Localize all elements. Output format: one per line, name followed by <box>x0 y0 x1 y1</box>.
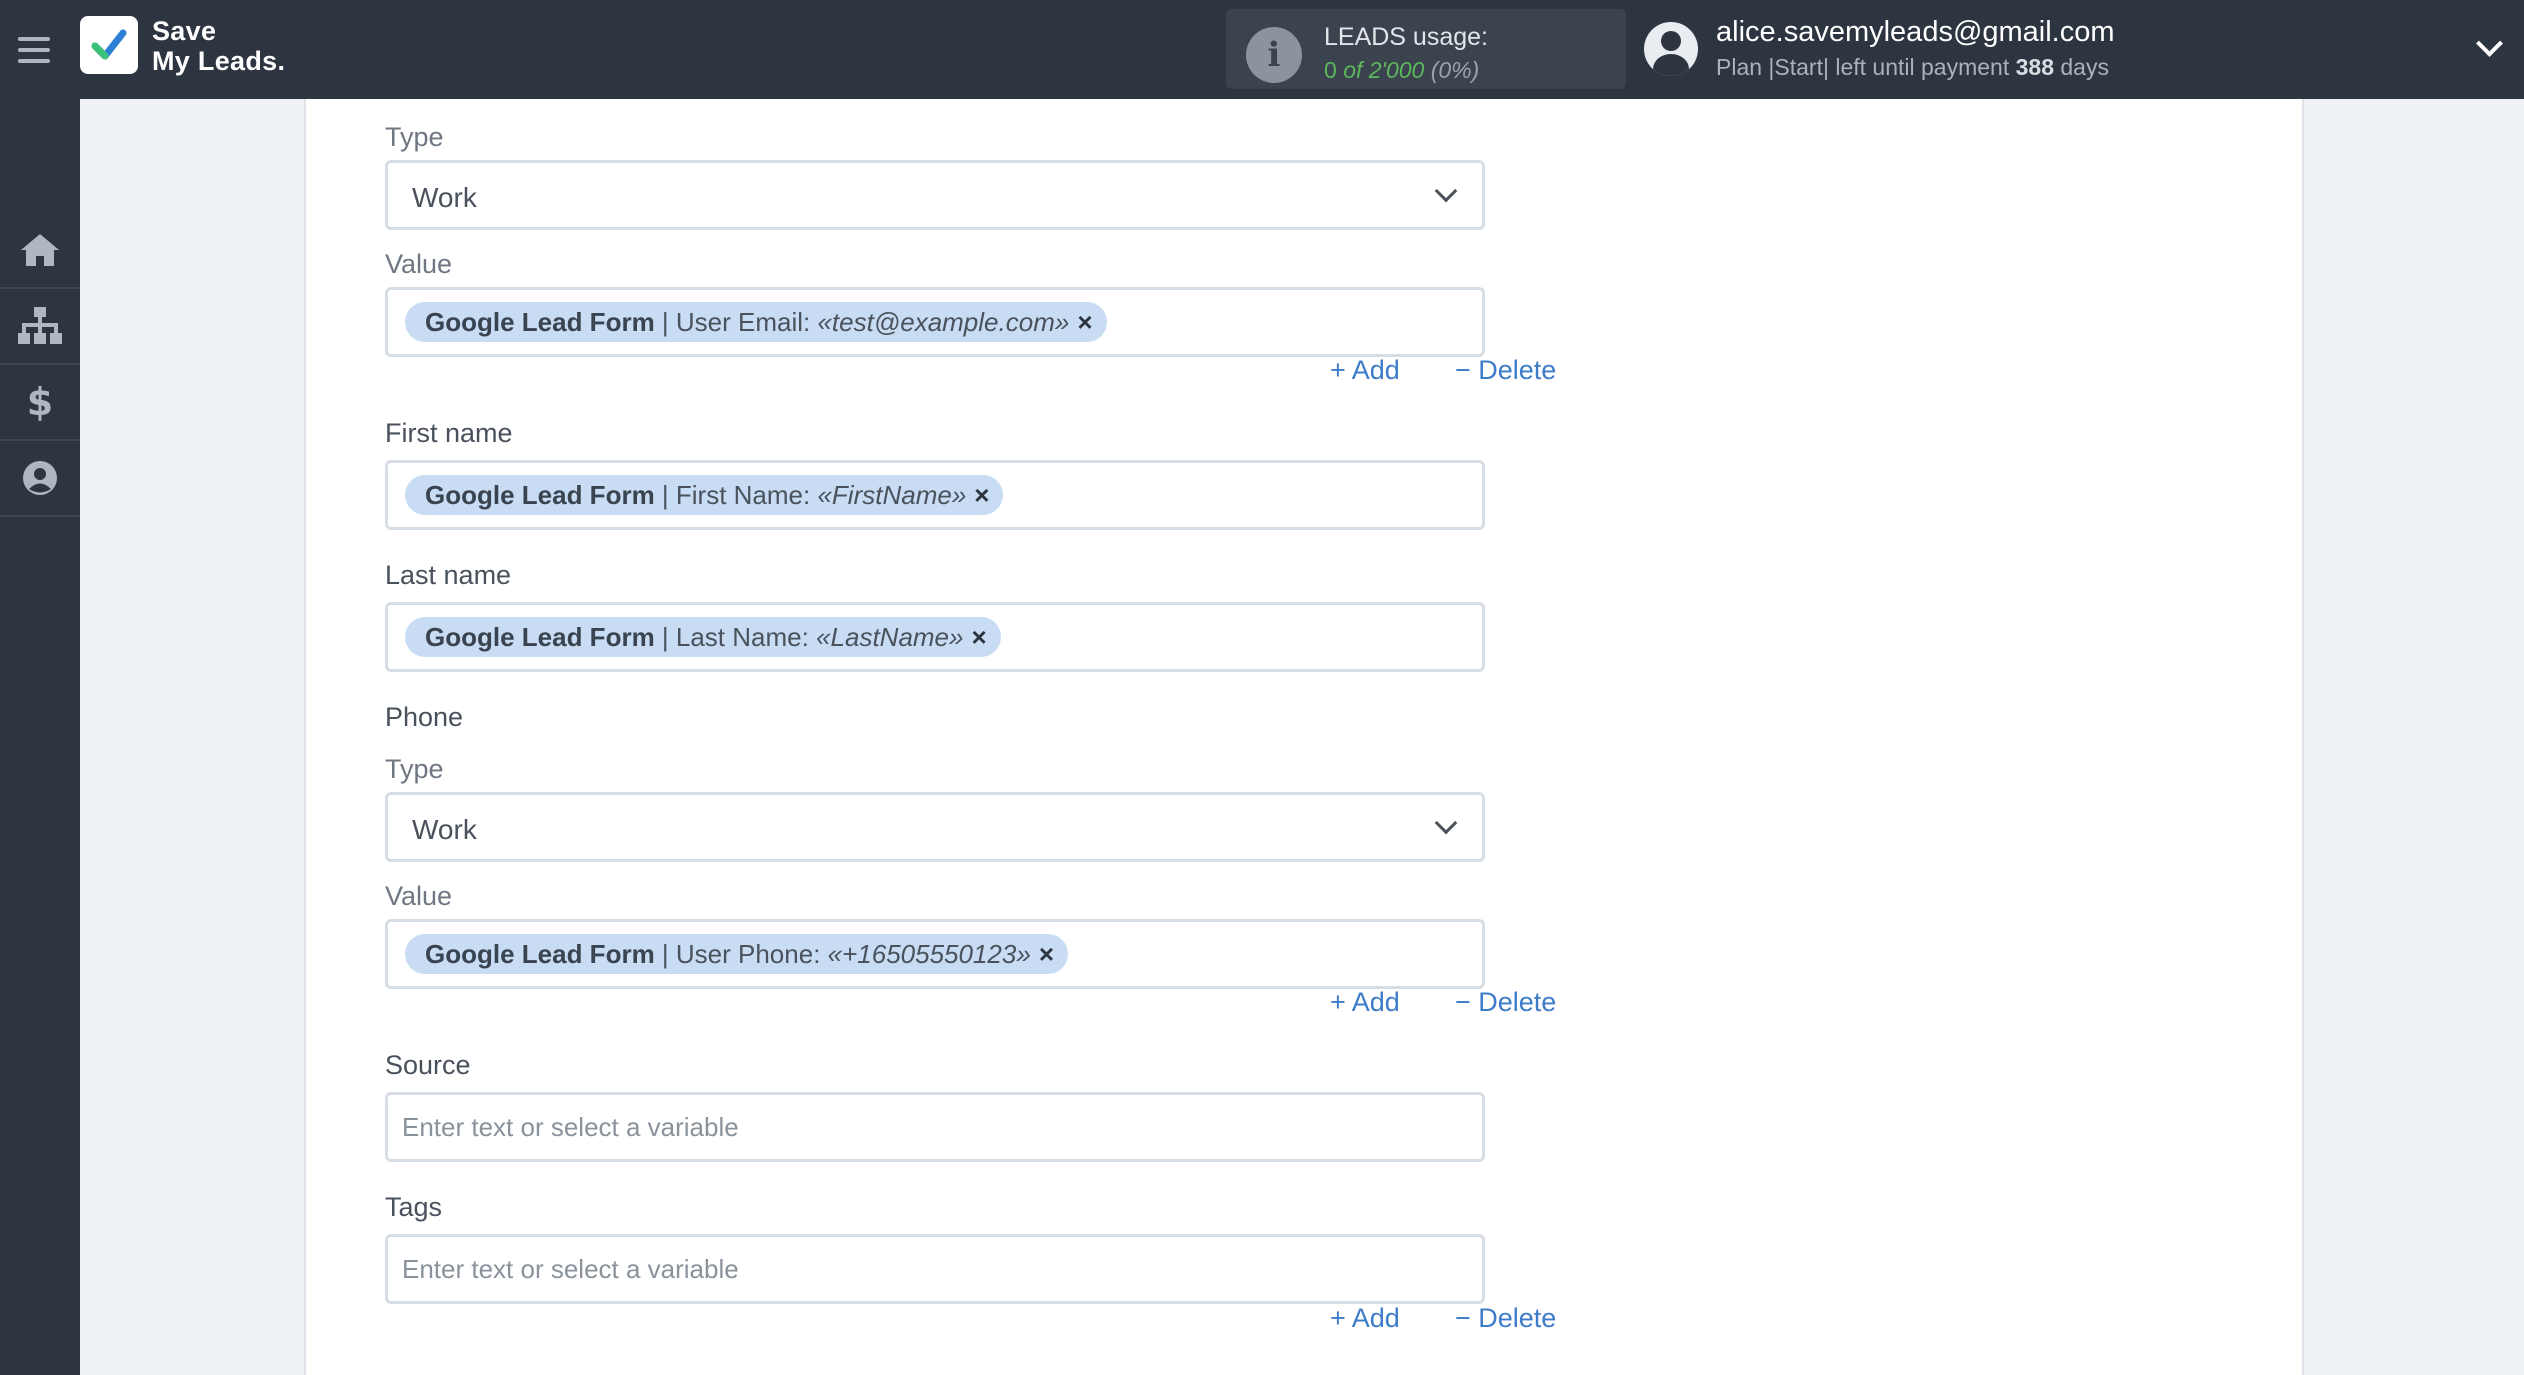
tags-label: Tags <box>385 1192 443 1222</box>
sitemap-icon <box>18 307 62 344</box>
email-actions: + Add − Delete <box>1330 355 1556 389</box>
phone-variable-chip[interactable]: Google Lead Form | User Phone: «+1650555… <box>405 934 1068 974</box>
tags-field[interactable] <box>385 1234 1485 1304</box>
sidebar-item-home[interactable] <box>0 213 80 289</box>
home-icon <box>21 234 59 266</box>
phone-value-label: Value <box>385 881 453 911</box>
chip-source: Google Lead Form <box>425 621 655 652</box>
email-variable-chip[interactable]: Google Lead Form | User Email: «test@exa… <box>405 302 1107 342</box>
phone-type-select[interactable]: Work <box>385 792 1485 862</box>
chip-separator: | <box>654 938 676 969</box>
chip-sample: «+16505550123» <box>827 938 1031 969</box>
chip-field: First Name: <box>675 479 818 510</box>
remove-chip-icon[interactable]: × <box>1077 307 1092 338</box>
chip-separator: | <box>654 306 676 337</box>
first-name-field[interactable]: Google Lead Form | First Name: «FirstNam… <box>385 460 1485 530</box>
add-tag-button[interactable]: + Add <box>1330 1303 1400 1334</box>
phone-value-field[interactable]: Google Lead Form | User Phone: «+1650555… <box>385 919 1485 989</box>
chevron-down-icon <box>1434 179 1458 203</box>
chip-separator: | <box>654 479 676 510</box>
chip-source: Google Lead Form <box>425 306 655 337</box>
chip-source: Google Lead Form <box>425 479 655 510</box>
chip-field: User Email: <box>675 306 818 337</box>
chip-sample: «LastName» <box>816 621 964 652</box>
last-name-variable-chip[interactable]: Google Lead Form | Last Name: «LastName»… <box>405 617 1001 657</box>
first-name-variable-chip[interactable]: Google Lead Form | First Name: «FirstNam… <box>405 475 1004 515</box>
sidebar-item-profile[interactable] <box>0 441 80 517</box>
chip-field: User Phone: <box>675 938 828 969</box>
source-field[interactable] <box>385 1092 1485 1162</box>
dollar-icon: $ <box>26 380 54 424</box>
email-type-value: Work <box>412 182 477 213</box>
email-type-select[interactable]: Work <box>385 160 1485 230</box>
add-email-button[interactable]: + Add <box>1330 355 1400 386</box>
remove-chip-icon[interactable]: × <box>1039 939 1054 970</box>
delete-tag-button[interactable]: − Delete <box>1455 1303 1556 1334</box>
first-name-label: First name <box>385 418 513 448</box>
phone-type-label: Type <box>385 754 444 784</box>
delete-phone-button[interactable]: − Delete <box>1455 987 1556 1018</box>
chevron-down-icon <box>1434 811 1458 835</box>
email-value-label: Value <box>385 249 453 279</box>
add-phone-button[interactable]: + Add <box>1330 987 1400 1018</box>
remove-chip-icon[interactable]: × <box>974 480 989 511</box>
last-name-label: Last name <box>385 560 512 590</box>
source-label: Source <box>385 1050 471 1080</box>
sidebar-item-connections[interactable] <box>0 289 80 365</box>
phone-actions: + Add − Delete <box>1330 987 1556 1021</box>
sidebar: $ <box>0 99 80 1375</box>
delete-email-button[interactable]: − Delete <box>1455 355 1556 386</box>
phone-type-value: Work <box>412 814 477 845</box>
email-value-field[interactable]: Google Lead Form | User Email: «test@exa… <box>385 287 1485 357</box>
phone-label: Phone <box>385 702 464 732</box>
chip-field: Last Name: <box>675 621 817 652</box>
sidebar-item-billing[interactable]: $ <box>0 365 80 441</box>
remove-chip-icon[interactable]: × <box>971 622 986 653</box>
user-icon <box>23 461 57 495</box>
last-name-field[interactable]: Google Lead Form | Last Name: «LastName»… <box>385 602 1485 672</box>
hamburger-menu-icon[interactable] <box>18 28 62 72</box>
tags-actions: + Add − Delete <box>1330 1303 1556 1337</box>
email-type-label: Type <box>385 122 444 152</box>
source-input[interactable] <box>388 1095 1482 1159</box>
chip-sample: «test@example.com» <box>817 306 1070 337</box>
form-layer: Type Work Value Google Lead Form | User … <box>80 0 2524 1375</box>
chip-separator: | <box>654 621 676 652</box>
chip-sample: «FirstName» <box>817 479 967 510</box>
chip-source: Google Lead Form <box>425 938 655 969</box>
tags-input[interactable] <box>388 1237 1482 1301</box>
